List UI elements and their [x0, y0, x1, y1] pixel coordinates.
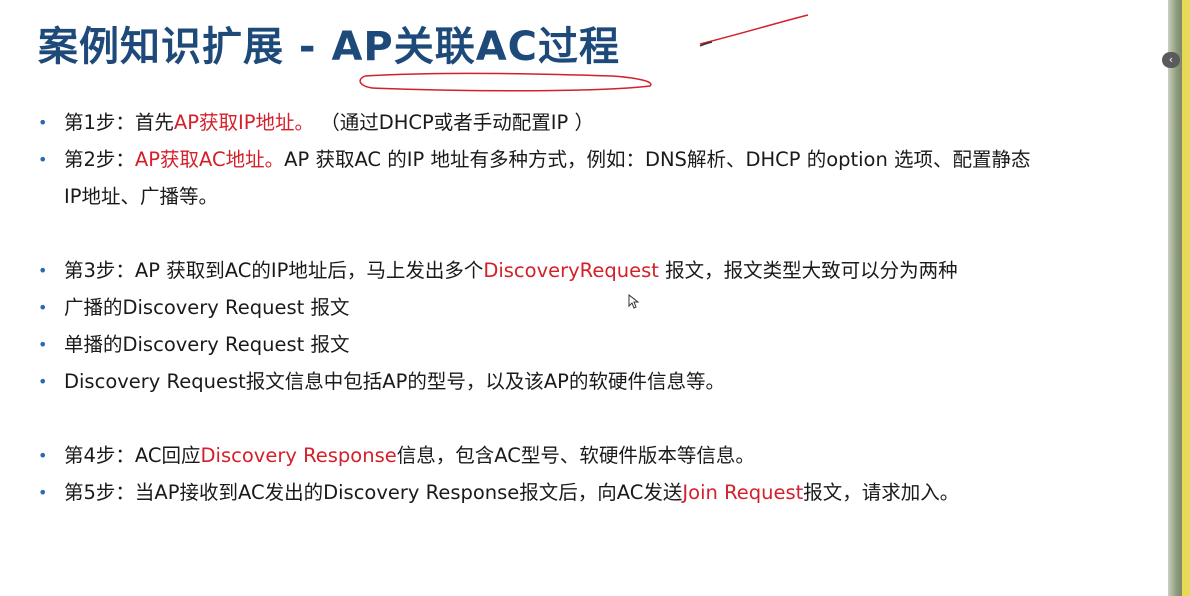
bullet-dot-icon: •	[38, 335, 48, 354]
list-item: • 第5步：当AP接收到AC发出的Discovery Response报文后，向…	[38, 474, 1128, 511]
pen-annotation-icon	[359, 14, 809, 92]
mouse-cursor-icon	[628, 294, 640, 309]
bullet-dot-icon: •	[38, 298, 48, 317]
list-item: • 第4步：AC回应Discovery Response信息，包含AC型号、软硬…	[38, 437, 1128, 474]
bullet-dot-icon: •	[38, 446, 48, 465]
bullet-dot-icon: •	[38, 372, 48, 391]
bullet-dot-icon: •	[38, 483, 48, 502]
bullet-dot-icon: •	[38, 261, 48, 280]
bullet-dot-icon: •	[38, 150, 48, 169]
slide: 案例知识扩展 - AP关联AC过程 • 第1步：首先AP获取IP地址。 （通过D…	[0, 0, 1168, 596]
list-item: • 单播的Discovery Request 报文	[38, 326, 1128, 363]
list-item: • 第3步：AP 获取到AC的IP地址后，马上发出多个DiscoveryRequ…	[38, 252, 1128, 289]
list-item: • 第1步：首先AP获取IP地址。 （通过DHCP或者手动配置IP ）	[38, 104, 1128, 141]
side-panel-strip: ‹	[1162, 0, 1190, 596]
bullet-list: • 第1步：首先AP获取IP地址。 （通过DHCP或者手动配置IP ） • 第2…	[38, 104, 1128, 511]
bullet-dot-icon: •	[38, 113, 48, 132]
list-item: • 广播的Discovery Request 报文	[38, 289, 1128, 326]
chevron-left-icon[interactable]: ‹	[1162, 52, 1180, 68]
list-item: • Discovery Request报文信息中包括AP的型号，以及该AP的软硬…	[38, 363, 1128, 400]
list-item: • 第2步：AP获取AC地址。AP 获取AC 的IP 地址有多种方式，例如：DN…	[38, 141, 1128, 215]
